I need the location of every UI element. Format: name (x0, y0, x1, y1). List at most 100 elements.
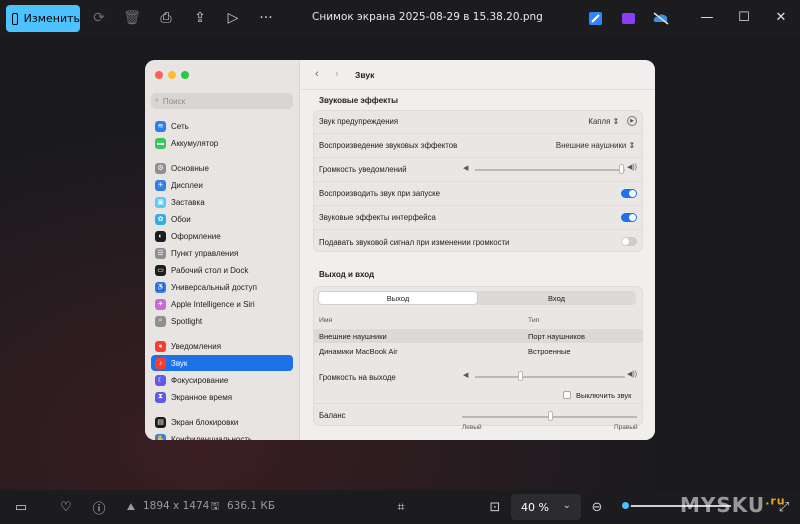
maximize-button[interactable]: ☐ (735, 8, 753, 26)
zoom-slider-thumb[interactable] (620, 500, 631, 511)
sidebar-item: ♪ Звук (151, 355, 293, 371)
search-icon: ⌕ (155, 97, 159, 104)
cloud-off-icon[interactable] (651, 8, 671, 28)
hand-icon: ✋ (155, 433, 166, 440)
ui-effects-label: Звуковые эффекты интерфейса (319, 213, 436, 222)
siri-icon: ✦ (155, 298, 166, 310)
image-size-icon: ⛰ (126, 501, 136, 513)
share-icon[interactable]: ⇪ (190, 8, 210, 28)
device-type: Встроенные (528, 347, 571, 356)
minimize-button[interactable]: — (698, 8, 716, 26)
volume-low-icon: ◀ (463, 372, 469, 379)
ui-effects-toggle (621, 213, 637, 222)
crop-scan-icon[interactable]: ⌗ (392, 498, 410, 516)
zoom-level-select[interactable]: 40 % ⌄ (511, 494, 581, 520)
sidebar-item-label: Spotlight (171, 316, 203, 326)
sidebar-item-label: Оформление (171, 231, 221, 241)
device-type: Порт наушников (528, 332, 585, 341)
app-icon-clipchamp[interactable] (618, 8, 638, 28)
tab-output: Выход (319, 292, 477, 304)
alert-volume-row: Громкость уведомлений ◀ ◀)) (313, 158, 643, 182)
table-row: Внешние наушники Порт наушников (313, 329, 643, 343)
zoom-level-value: 40 % (521, 500, 549, 514)
screensaver-icon: ▣ (155, 196, 166, 208)
favorite-icon[interactable]: ♡ (57, 498, 75, 516)
volume-high-icon: ◀)) (626, 164, 637, 171)
wallpaper-icon: ✿ (155, 213, 166, 225)
mac-settings-window: ⌕ Поиск ≋ Сеть ▬ Аккумулятор ⚙ Основные ☀ Диспл… (145, 60, 655, 440)
volume-feedback-toggle (621, 237, 637, 246)
sidebar-item-label: Рабочий стол и Dock (171, 265, 249, 275)
title-bar: Изменить ⟳ 🗑 ⎙ ⇪ ▷ ··· Снимок экрана 202… (0, 0, 800, 36)
slideshow-icon[interactable]: ▷ (223, 8, 243, 28)
sidebar-item-label: Сеть (171, 121, 189, 131)
volume-low-icon: ◀ (463, 165, 469, 172)
col-name-header: Имя (319, 317, 333, 324)
sidebar-item: ☰ Пункт управления (151, 245, 293, 261)
settings-sidebar: ⌕ Поиск ≋ Сеть ▬ Аккумулятор ⚙ Основные ☀ Диспл… (145, 60, 300, 440)
balance-left-label: Левый (462, 424, 482, 431)
sidebar-item-label: Пункт управления (171, 248, 239, 258)
output-volume-track (475, 376, 625, 378)
mac-minimize-dot (168, 71, 176, 79)
play-effects-value: Внешние наушники ⇕ (555, 141, 635, 150)
watermark-logo: MYSKU.ru (680, 493, 786, 517)
section-sound-effects: Звуковые эффекты (319, 96, 398, 105)
alert-volume-label: Громкость уведомлений (319, 165, 407, 174)
dock-icon: ▭ (155, 264, 166, 276)
search-placeholder: Поиск (162, 96, 186, 106)
alert-volume-track (475, 169, 625, 171)
zoom-out-icon[interactable]: ⊖ (588, 498, 606, 516)
sidebar-item: ▤ Экран блокировки (151, 414, 293, 430)
balance-label: Баланс (319, 411, 346, 420)
pane-title: Звук (355, 70, 375, 80)
sidebar-item: ● Уведомления (151, 338, 293, 354)
volume-feedback-row: Подавать звуковой сигнал при изменении г… (313, 230, 643, 254)
sidebar-item-label: Аккумулятор (171, 138, 219, 148)
sidebar-item: ⚙ Основные (151, 160, 293, 176)
search-input: ⌕ Поиск (151, 93, 293, 109)
image-dimensions: 1894 x 1474 (143, 500, 210, 512)
sidebar-item-label: Заставка (171, 197, 205, 207)
edit-button[interactable]: Изменить (6, 5, 80, 32)
alert-sound-label: Звук предупреждения (319, 117, 399, 126)
output-input-tabs: Выход Вход (318, 291, 636, 305)
ui-effects-row: Звуковые эффекты интерфейса (313, 206, 643, 230)
volume-feedback-label: Подавать звуковой сигнал при изменении г… (319, 237, 510, 247)
gear-icon: ⚙ (155, 162, 166, 174)
close-button[interactable]: ✕ (772, 8, 790, 26)
more-icon[interactable]: ··· (256, 8, 276, 28)
sidebar-item-label: Звук (171, 358, 188, 368)
speaker-icon: ♪ (155, 357, 166, 369)
moon-icon: ☾ (155, 374, 166, 386)
app-icon-paint[interactable] (585, 8, 605, 28)
volume-high-icon: ◀)) (626, 371, 637, 378)
tab-input: Вход (548, 293, 565, 303)
output-volume-label: Громкость на выходе (319, 372, 396, 382)
startup-sound-label: Воспроизводить звук при запуске (319, 189, 440, 198)
fit-to-window-icon[interactable]: ⊡ (486, 498, 504, 516)
info-icon[interactable]: ⓘ (90, 498, 108, 517)
print-icon[interactable]: ⎙ (156, 8, 176, 28)
sidebar-item: ≋ Сеть (151, 118, 293, 134)
sun-icon: ☀ (155, 179, 166, 191)
sidebar-item-label: Универсальный доступ (171, 282, 258, 292)
alert-volume-knob (618, 164, 624, 174)
sidebar-item-label: Обои (171, 214, 191, 224)
sidebar-item-label: Дисплеи (171, 180, 203, 190)
sidebar-item-label: Конфиденциальность (171, 434, 253, 441)
table-row: Динамики MacBook Air Встроенные (313, 344, 643, 358)
filmstrip-icon[interactable]: ▭ (12, 498, 30, 516)
output-volume-row: Громкость на выходе ◀ ◀)) (313, 365, 643, 389)
trash-icon[interactable]: 🗑 (122, 8, 142, 28)
sidebar-item: ⌕ Spotlight (151, 313, 293, 329)
balance-right-label: Правый (614, 424, 638, 431)
device-name: Динамики MacBook Air (319, 347, 398, 356)
bell-icon: ● (155, 340, 166, 352)
play-effects-row: Воспроизведение звуковых эффектов Внешни… (313, 134, 643, 158)
play-effects-label: Воспроизведение звуковых эффектов (319, 141, 458, 150)
mute-checkbox (563, 391, 571, 399)
sidebar-item: ✦ Apple Intelligence и Siri (151, 296, 293, 312)
device-name: Внешние наушники (319, 332, 387, 341)
rotate-icon[interactable]: ⟳ (89, 8, 109, 28)
